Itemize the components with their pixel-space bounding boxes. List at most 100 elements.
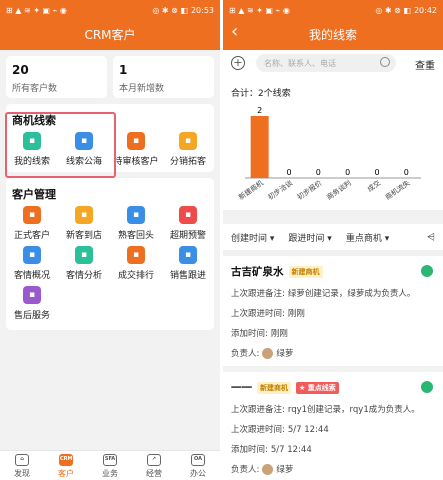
review-icon: ▪ [127, 132, 145, 150]
tab-label: 经营 [146, 469, 162, 478]
grid-item-label: 销售跟进 [169, 271, 206, 281]
people-icon: ▪ [23, 246, 41, 264]
data-label: 0 [345, 168, 350, 177]
field-value: 绿萝 [276, 465, 294, 475]
grid-item-label: 正式客户 [13, 231, 50, 241]
filter-label: 重点商机 [345, 233, 382, 244]
lead-field: 上次跟进时间: 5/7 12:44 [231, 423, 435, 435]
stat-caption: 本月新增数 [119, 84, 165, 94]
grid-item[interactable]: ▪ 正式客户 [6, 206, 58, 241]
alarm-icon: ▪ [179, 206, 197, 224]
grid-item-label: 客情分析 [65, 271, 102, 281]
status-icons-right: ◎ ✱ ⊗ ◧ [375, 5, 411, 15]
status-bar: ⊞ ▲ ≋ ✦ ▣ ⌁ ◉ ◎ ✱ ⊗ ◧ 20:53 [0, 0, 220, 20]
status-time: 20:53 [190, 5, 214, 15]
search-input[interactable]: 名称、联系人、电话 [256, 54, 396, 72]
status-time: 20:42 [413, 5, 437, 15]
customer-icon: ▪ [23, 206, 41, 224]
service-icon: ▪ [23, 286, 41, 304]
field-value: 绿萝 [276, 349, 294, 359]
status-badge: 新建商机 [288, 266, 323, 278]
header: ⊞ ▲ ≋ ✦ ▣ ⌁ ◉ ◎ ✱ ⊗ ◧ 20:53 CRM客户 [0, 0, 220, 50]
data-label: 0 [286, 168, 291, 177]
chat-icon: ▪ [127, 206, 145, 224]
filter-key-lead[interactable]: 重点商机 ▾ [346, 231, 389, 244]
sfa-icon: SFA [103, 454, 117, 466]
grid-item[interactable]: ▪ 成交排行 [110, 246, 162, 281]
grid-item[interactable]: ▪ 新客到店 [58, 206, 110, 241]
discover-icon: ⌂ [15, 454, 29, 466]
grid-item[interactable]: ▪ 客情分析 [58, 246, 110, 281]
tab-label: 发现 [14, 469, 30, 478]
header: ⊞ ▲ ≋ ✦ ▣ ⌁ ◉ ◎ ✱ ⊗ ◧ 20:42 ‹ 我的线索 [223, 0, 443, 50]
tab-oa[interactable]: OA 办公 [176, 451, 220, 480]
stat-card-month[interactable]: 1 本月新增数 [113, 56, 214, 98]
field-value: 刚刚 [270, 329, 288, 339]
tab-label: 业务 [102, 469, 118, 478]
distribution-icon: ▪ [179, 132, 197, 150]
field-label: 添加时间: [231, 329, 268, 339]
field-label: 上次跟进时间: [231, 425, 285, 435]
stat-card-total[interactable]: 20 所有客户数 [6, 56, 107, 98]
page-title: CRM客户 [84, 28, 136, 42]
store-icon: ▪ [75, 206, 93, 224]
lead-card[interactable]: 古吉矿泉水 新建商机 上次跟进备注: 绿萝创建记录，绿萝成为负责人。 上次跟进时间: 刚刚… [223, 256, 443, 366]
lead-field: 负责人: 绿萝 [231, 347, 435, 359]
filter-followup-time[interactable]: 跟进时间 ▾ [288, 231, 331, 244]
lead-field: 添加时间: 5/7 12:44 [231, 443, 435, 455]
status-bar: ⊞ ▲ ≋ ✦ ▣ ⌁ ◉ ◎ ✱ ⊗ ◧ 20:42 [223, 0, 443, 20]
bar [250, 116, 269, 178]
grid-item[interactable]: ▪ 售后服务 [6, 286, 58, 321]
rank-icon: ▪ [127, 246, 145, 264]
grid-item-label: 熟客回头 [117, 231, 154, 241]
grid-item[interactable]: ▪ 分销拓客 [162, 132, 214, 167]
grid-item-label: 超期预警 [169, 231, 206, 241]
grid-item[interactable]: ▪ 待审核客户 [110, 132, 162, 167]
field-value: 5/7 12:44 [270, 445, 312, 455]
tab-chart[interactable]: ↗ 经营 [132, 451, 176, 480]
grid-row: ▪ 正式客户 ▪ 新客到店 ▪ 熟客回头 ▪ 超期预警 [6, 206, 214, 241]
tab-label: 客户 [58, 469, 74, 478]
filter-label: 跟进时间 [288, 233, 325, 244]
search-icon[interactable] [380, 57, 390, 67]
tick-label: 新建商机 [237, 178, 265, 201]
crm-screen: ⊞ ▲ ≋ ✦ ▣ ⌁ ◉ ◎ ✱ ⊗ ◧ 20:53 CRM客户 20 所有客户… [0, 0, 220, 480]
field-label: 上次跟进备注: [231, 405, 285, 415]
grid-item[interactable]: ▪ 超期预警 [162, 206, 214, 241]
duplicate-check-button[interactable]: 查重 [415, 57, 435, 72]
add-icon[interactable]: + [231, 56, 245, 70]
stat-value: 1 [119, 63, 128, 77]
filter-label: 创建时间 [231, 233, 268, 244]
grid-item[interactable]: ▪ 熟客回头 [110, 206, 162, 241]
field-label: 负责人: [231, 465, 260, 475]
grid-item-label: 成交排行 [117, 271, 154, 281]
lead-header: 一一 新建商机 ★ 重点线索 [231, 380, 435, 395]
phone-icon[interactable] [421, 265, 433, 277]
lead-card[interactable]: 一一 新建商机 ★ 重点线索 上次跟进备注: rqy1创建记录，rqy1成为负责人。 上次… [223, 372, 443, 480]
chart-panel: 合计：2个线索 2 新建商机 0 初步洽谈 0 初步报价 0 商务谈判 0 成交 0 商机流失 [223, 82, 443, 210]
highlight-box [5, 112, 116, 178]
lead-field: 添加时间: 刚刚 [231, 327, 435, 339]
grid-item[interactable]: ▪ 销售跟进 [162, 246, 214, 281]
status-badge: 新建商机 [257, 382, 291, 394]
tab-discover[interactable]: ⌂ 发现 [0, 451, 44, 480]
data-label: 0 [374, 168, 379, 177]
lead-field: 上次跟进备注: 绿萝创建记录，绿萝成为负责人。 [231, 287, 435, 299]
chart-icon: ↗ [147, 454, 161, 466]
followup-icon: ▪ [179, 246, 197, 264]
lead-header: 古吉矿泉水 新建商机 [231, 264, 435, 279]
phone-icon[interactable] [421, 381, 433, 393]
section-title: 客户管理 [12, 188, 56, 201]
field-value: 5/7 12:44 [287, 425, 329, 435]
tab-sfa[interactable]: SFA 业务 [88, 451, 132, 480]
grid-item-label: 待审核客户 [113, 157, 159, 167]
field-label: 上次跟进备注: [231, 289, 285, 299]
field-label: 添加时间: [231, 445, 268, 455]
filter-created-time[interactable]: 创建时间 ▾ [231, 231, 274, 244]
oa-icon: OA [191, 454, 205, 466]
tab-crm[interactable]: CRM 客户 [44, 451, 88, 480]
filter-icon[interactable]: ⩤ [427, 232, 435, 243]
data-label: 0 [404, 168, 409, 177]
grid-item[interactable]: ▪ 客情概况 [6, 246, 58, 281]
stat-value: 20 [12, 63, 29, 77]
